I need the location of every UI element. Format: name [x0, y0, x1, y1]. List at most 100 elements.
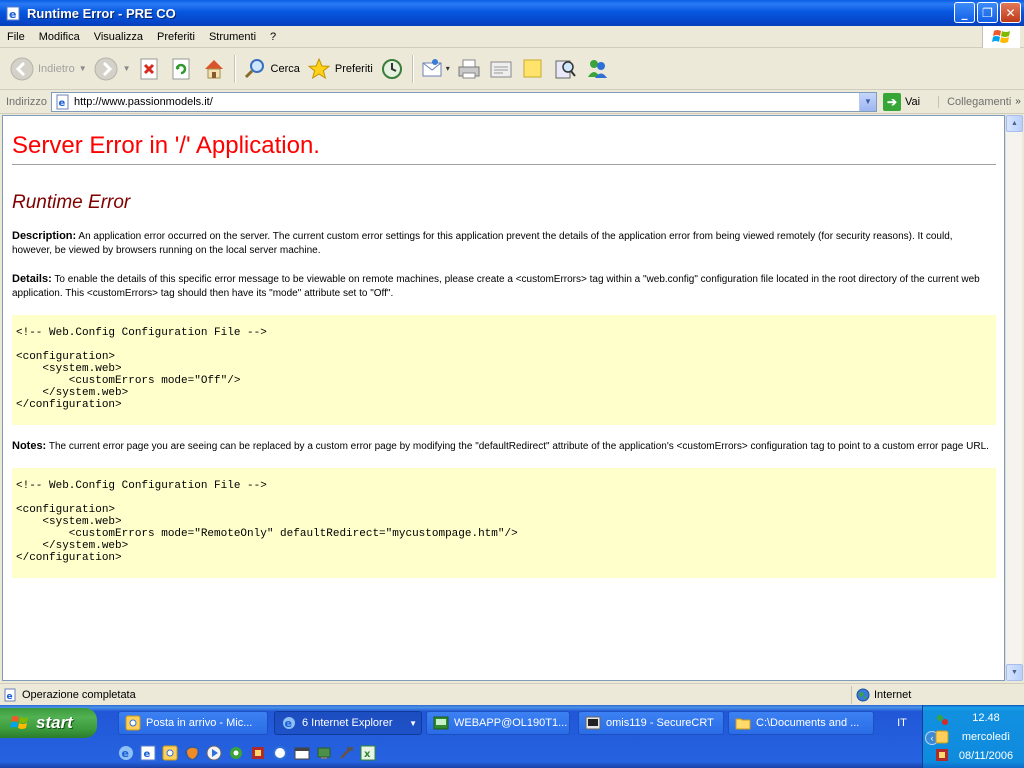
window-icon[interactable] [294, 745, 310, 761]
forward-button[interactable]: ▼ [90, 51, 134, 87]
menu-preferiti[interactable]: Preferiti [150, 31, 202, 43]
hammer-tools-icon[interactable] [338, 745, 354, 761]
tools-icon[interactable] [250, 745, 266, 761]
page-icon: e [56, 94, 69, 109]
toolbar-separator [411, 54, 413, 83]
print-button[interactable] [453, 51, 485, 87]
go-label: Vai [904, 95, 921, 108]
page-title: Server Error in '/' Application. [12, 132, 320, 159]
task-outlook[interactable]: Posta in arrivo - Mic... [118, 711, 268, 735]
description-text: An application error occurred on the ser… [12, 231, 953, 256]
search-label: Cerca [270, 62, 300, 75]
network-places-icon[interactable] [316, 745, 332, 761]
ie-icon: e [283, 717, 295, 730]
scroll-up-icon[interactable]: ▲ [1006, 115, 1023, 132]
ie-quicklaunch-icon[interactable]: e [118, 745, 134, 761]
group-dropdown-icon: ▼ [409, 718, 417, 728]
history-icon [379, 56, 405, 82]
svg-text:e: e [9, 8, 16, 21]
details-text: To enable the details of this specific e… [12, 274, 980, 299]
clock-time[interactable]: 12.48 [951, 712, 1021, 724]
start-label: start [36, 713, 73, 732]
close-button[interactable]: ✕ [1000, 2, 1021, 23]
error-page: Server Error in '/' Application. Runtime… [3, 116, 996, 578]
clock-date: 08/11/2006 [958, 750, 1014, 762]
scroll-down-icon[interactable]: ▼ [1006, 664, 1023, 681]
description-paragraph: Description: An application error occurr… [12, 229, 992, 258]
config-code-block: <!-- Web.Config Configuration File --> <… [12, 315, 996, 425]
links-chevron-icon[interactable]: » [1015, 96, 1021, 107]
securecrt-icon [585, 716, 601, 730]
stop-button[interactable] [134, 51, 166, 87]
discuss-button[interactable] [517, 51, 549, 87]
address-input[interactable]: e http://www.passionmodels.it/ ▼ [50, 91, 877, 112]
firefox-icon[interactable] [184, 745, 200, 761]
svg-text:e: e [58, 98, 65, 109]
redirect-code-block: <!-- Web.Config Configuration File --> <… [12, 468, 996, 578]
address-dropdown-icon[interactable]: ▼ [858, 92, 876, 111]
mail-icon [420, 56, 446, 82]
outlook-icon [125, 715, 141, 731]
taskbar: start Posta in arrivo - Mic... e 6 Inter… [0, 705, 1024, 768]
task-internet-explorer[interactable]: e 6 Internet Explorer ▼ [274, 711, 422, 735]
details-paragraph: Details: To enable the details of this s… [12, 272, 992, 301]
refresh-button[interactable] [166, 51, 198, 87]
page-subtitle: Runtime Error [12, 192, 131, 213]
browser-icon[interactable] [272, 745, 288, 761]
menu-strumenti[interactable]: Strumenti [202, 31, 263, 43]
task-securecrt[interactable]: omis119 - SecureCRT [578, 711, 724, 735]
messenger-button[interactable] [581, 51, 613, 87]
minimize-button[interactable]: _ [954, 2, 975, 23]
network-icon[interactable] [228, 745, 244, 761]
page-done-icon: e [4, 688, 16, 702]
outlook-quicklaunch-icon[interactable] [162, 745, 178, 761]
page-viewport: Server Error in '/' Application. Runtime… [2, 115, 1005, 681]
security-zone[interactable]: Internet [851, 685, 1024, 704]
notes-paragraph: Notes: The current error page you are se… [12, 439, 992, 454]
menu-modifica[interactable]: Modifica [32, 31, 87, 43]
outlook-tray-icon[interactable] [935, 730, 949, 744]
search-icon [242, 56, 268, 82]
forward-arrow-icon [93, 56, 119, 82]
links-button[interactable]: Collegamenti [938, 95, 1011, 108]
menu-help[interactable]: ? [263, 31, 283, 43]
research-button[interactable] [549, 51, 581, 87]
printer-icon [456, 56, 482, 82]
vertical-scrollbar[interactable]: ▲ ▼ [1005, 115, 1023, 681]
note-icon [520, 56, 546, 82]
edit-button[interactable] [485, 51, 517, 87]
back-button[interactable]: Indietro ▼ [6, 51, 90, 87]
media-player-icon[interactable] [206, 745, 222, 761]
start-button[interactable]: start [0, 708, 97, 738]
title-bar[interactable]: e Runtime Error - PRE CO _ ❐ ✕ [0, 0, 1024, 26]
task-webapp[interactable]: WEBAPP@OL190T1... [426, 711, 570, 735]
folder-icon [735, 718, 751, 730]
restore-button[interactable]: ❐ [977, 2, 998, 23]
menu-visualizza[interactable]: Visualizza [87, 31, 150, 43]
forward-dropdown-icon[interactable]: ▼ [123, 64, 131, 73]
language-indicator[interactable]: IT [889, 711, 915, 735]
title-divider [12, 164, 996, 165]
task-explorer-folder[interactable]: C:\Documents and ... [728, 711, 874, 735]
ie-alt-icon[interactable]: e [140, 745, 156, 761]
menu-bar: File Modifica Visualizza Preferiti Strum… [0, 26, 1024, 48]
notes-label: Notes: [12, 440, 47, 452]
mail-button[interactable]: ▾ [417, 51, 453, 87]
go-arrow-icon: ➔ [882, 92, 901, 111]
back-arrow-icon [9, 56, 35, 82]
security-tray-icon[interactable] [935, 748, 949, 762]
history-button[interactable] [376, 51, 408, 87]
toolbar-separator [233, 54, 235, 83]
menu-file[interactable]: File [0, 31, 32, 43]
home-button[interactable] [198, 51, 230, 87]
search-button[interactable]: Cerca [239, 51, 303, 87]
favorites-label: Preferiti [334, 62, 373, 75]
messenger-tray-icon[interactable] [935, 713, 949, 727]
favorites-button[interactable]: Preferiti [303, 51, 376, 87]
address-label: Indirizzo [6, 95, 47, 108]
go-button[interactable]: ➔ Vai [882, 92, 921, 111]
task-label: omis119 - SecureCRT [606, 717, 714, 729]
mail-dropdown-icon[interactable]: ▾ [446, 64, 450, 73]
back-dropdown-icon[interactable]: ▼ [79, 64, 87, 73]
excel-icon[interactable]: x [360, 745, 376, 761]
